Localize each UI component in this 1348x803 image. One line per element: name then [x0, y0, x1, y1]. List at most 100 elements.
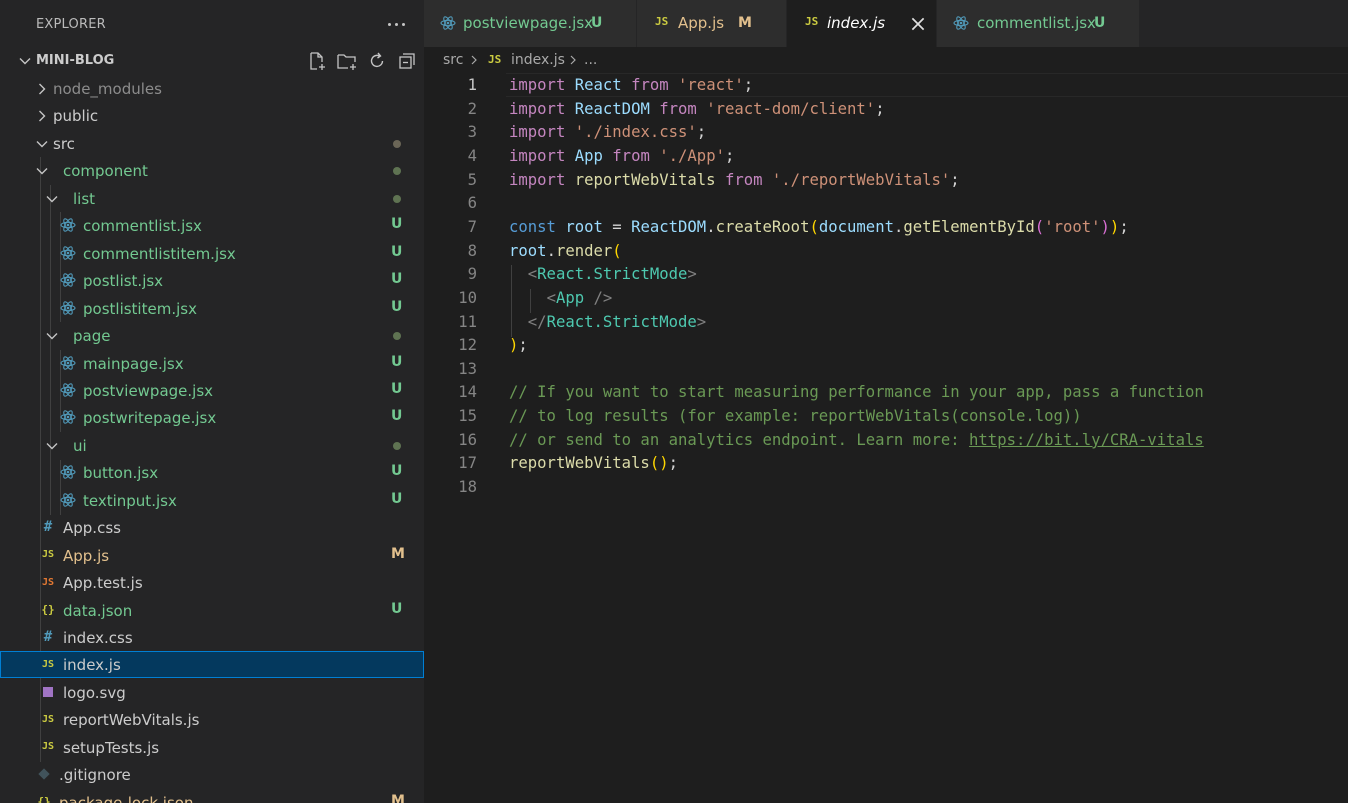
explorer-title: EXPLORER — [36, 17, 106, 32]
line-number: 7 — [467, 217, 477, 236]
file-item-mainpage-jsx[interactable]: mainpage.jsx U — [0, 350, 424, 377]
file-name: App.test.js — [63, 574, 143, 593]
line-code: ); — [509, 336, 528, 355]
folder-item-node-modules[interactable]: node_modules — [0, 75, 424, 102]
git-status-badge: U — [391, 271, 403, 288]
code-line[interactable]: 8 root.render( — [424, 239, 1348, 263]
file-name: postlistitem.jsx — [83, 299, 197, 318]
file-name: postviewpage.jsx — [83, 381, 214, 400]
js-icon: JS — [488, 53, 502, 66]
react-icon — [60, 245, 76, 261]
file-item-commentlistitem-jsx[interactable]: commentlistitem.jsx U — [0, 240, 424, 267]
react-icon — [60, 382, 76, 398]
more-actions-icon[interactable] — [384, 12, 408, 36]
file-item-index-css[interactable]: # index.css — [0, 624, 424, 651]
file-item-package-lock-json[interactable]: {} package-lock.json M — [0, 789, 424, 803]
js-icon: JS — [41, 713, 55, 725]
file-item-commentlist-jsx[interactable]: commentlist.jsx U — [0, 212, 424, 239]
folder-item-list[interactable]: list — [0, 185, 424, 212]
code-line[interactable]: 1 import React from 'react'; — [424, 73, 1348, 97]
file-name: button.jsx — [83, 464, 159, 483]
file-item-gitignore[interactable]: .gitignore — [0, 761, 424, 788]
code-line[interactable]: 11 </React.StrictMode> — [424, 310, 1348, 334]
code-line[interactable]: 3 import './index.css'; — [424, 120, 1348, 144]
code-line[interactable]: 2 import ReactDOM from 'react-dom/client'… — [424, 97, 1348, 121]
code-line[interactable]: 14 // If you want to start measuring perf… — [424, 380, 1348, 404]
code-line[interactable]: 7 const root = ReactDOM.createRoot(docume… — [424, 215, 1348, 239]
chevron-right-icon — [39, 83, 46, 95]
code-line[interactable]: 4 import App from './App'; — [424, 144, 1348, 168]
file-name: mainpage.jsx — [83, 354, 184, 373]
js-icon: JS — [655, 15, 669, 28]
react-icon — [60, 300, 76, 316]
file-item-app-js[interactable]: JS App.js M — [0, 542, 424, 569]
code-line[interactable]: 12); — [424, 333, 1348, 357]
file-name: App.js — [63, 546, 110, 565]
file-name: commentlist.jsx — [83, 217, 202, 236]
file-item-app-test-js[interactable]: JS App.test.js — [0, 569, 424, 596]
file-item-reportwebvitals-js[interactable]: JS reportWebVitals.js — [0, 706, 424, 733]
folder-item-public[interactable]: public — [0, 102, 424, 129]
file-item-data-json[interactable]: {} data.json U — [0, 597, 424, 624]
code-line[interactable]: 16 // or send to an analytics endpoint. L… — [424, 428, 1348, 452]
line-code: import reportWebVitals from './reportWeb… — [509, 170, 960, 189]
tab-app-js[interactable]: JS App.js M — [637, 0, 787, 47]
folder-item-ui[interactable]: ui — [0, 432, 424, 459]
git-icon — [36, 766, 52, 782]
code-line[interactable]: 10 <App /> — [424, 286, 1348, 310]
tab-postviewpage[interactable]: postviewpage.jsx U — [424, 0, 637, 47]
code-line[interactable]: 18 — [424, 475, 1348, 499]
file-name: index.css — [63, 629, 133, 647]
json-icon: {} — [37, 795, 51, 803]
file-item-textinput-jsx[interactable]: textinput.jsx U — [0, 487, 424, 514]
file-name: public — [53, 107, 99, 126]
close-icon[interactable] — [909, 15, 927, 33]
file-item-logo-svg[interactable]: logo.svg — [0, 679, 424, 706]
line-code: import ReactDOM from 'react-dom/client'; — [509, 99, 885, 118]
file-name: node_modules — [53, 80, 162, 98]
code-line[interactable]: 6 — [424, 191, 1348, 215]
file-name: package-lock.json — [59, 793, 194, 803]
file-item-postlistitem-jsx[interactable]: postlistitem.jsx U — [0, 295, 424, 322]
folder-item-src[interactable]: src — [0, 130, 424, 157]
tab-badge: M — [738, 15, 752, 31]
code-line[interactable]: 9 <React.StrictMode> — [424, 262, 1348, 286]
react-icon — [953, 16, 969, 30]
new-folder-icon[interactable] — [335, 50, 359, 72]
code-line[interactable]: 13 — [424, 357, 1348, 381]
breadcrumb-folder[interactable]: src — [443, 52, 463, 68]
tab-label: commentlist.jsx — [977, 14, 1096, 32]
code-line[interactable]: 5 import reportWebVitals from './reportWe… — [424, 168, 1348, 192]
tab-index-js[interactable]: JS index.js — [787, 0, 937, 47]
chevron-right-icon — [471, 55, 477, 65]
line-code: // to log results (for example: reportWe… — [509, 407, 1082, 426]
file-item-app-css[interactable]: # App.css — [0, 514, 424, 541]
project-header[interactable]: MINI-BLOG — [0, 48, 424, 74]
file-item-postlist-jsx[interactable]: postlist.jsx U — [0, 267, 424, 294]
file-item-button-jsx[interactable]: button.jsx U — [0, 459, 424, 486]
file-item-setuptests-js[interactable]: JS setupTests.js — [0, 734, 424, 761]
file-name: page — [73, 327, 111, 346]
git-status-badge: U — [391, 216, 403, 233]
svg-file-icon — [40, 684, 56, 700]
line-number: 14 — [458, 383, 477, 402]
collapse-all-icon[interactable] — [395, 50, 419, 72]
file-item-index-js[interactable]: JS index.js — [0, 651, 424, 679]
folder-item-component[interactable]: component — [0, 157, 424, 184]
breadcrumb-file[interactable]: index.js — [511, 52, 565, 68]
tab-commentlist[interactable]: commentlist.jsx U — [937, 0, 1140, 47]
file-item-postwritepage-jsx[interactable]: postwritepage.jsx U — [0, 404, 424, 431]
modified-dot — [393, 167, 401, 176]
code-line[interactable]: 17 reportWebVitals(); — [424, 451, 1348, 475]
code-editor[interactable]: 1 import React from 'react'; 2 import React… — [424, 73, 1348, 803]
code-line[interactable]: 15 // to log results (for example: report… — [424, 404, 1348, 428]
breadcrumb-more[interactable]: ... — [584, 52, 597, 68]
css-icon: # — [43, 519, 53, 536]
refresh-icon[interactable] — [365, 50, 389, 72]
new-file-icon[interactable] — [305, 50, 329, 72]
file-name: reportWebVitals.js — [63, 711, 200, 730]
folder-item-page[interactable]: page — [0, 322, 424, 349]
git-status-badge: M — [391, 792, 405, 803]
file-name: postwritepage.jsx — [83, 409, 217, 428]
file-item-postviewpage-jsx[interactable]: postviewpage.jsx U — [0, 377, 424, 404]
